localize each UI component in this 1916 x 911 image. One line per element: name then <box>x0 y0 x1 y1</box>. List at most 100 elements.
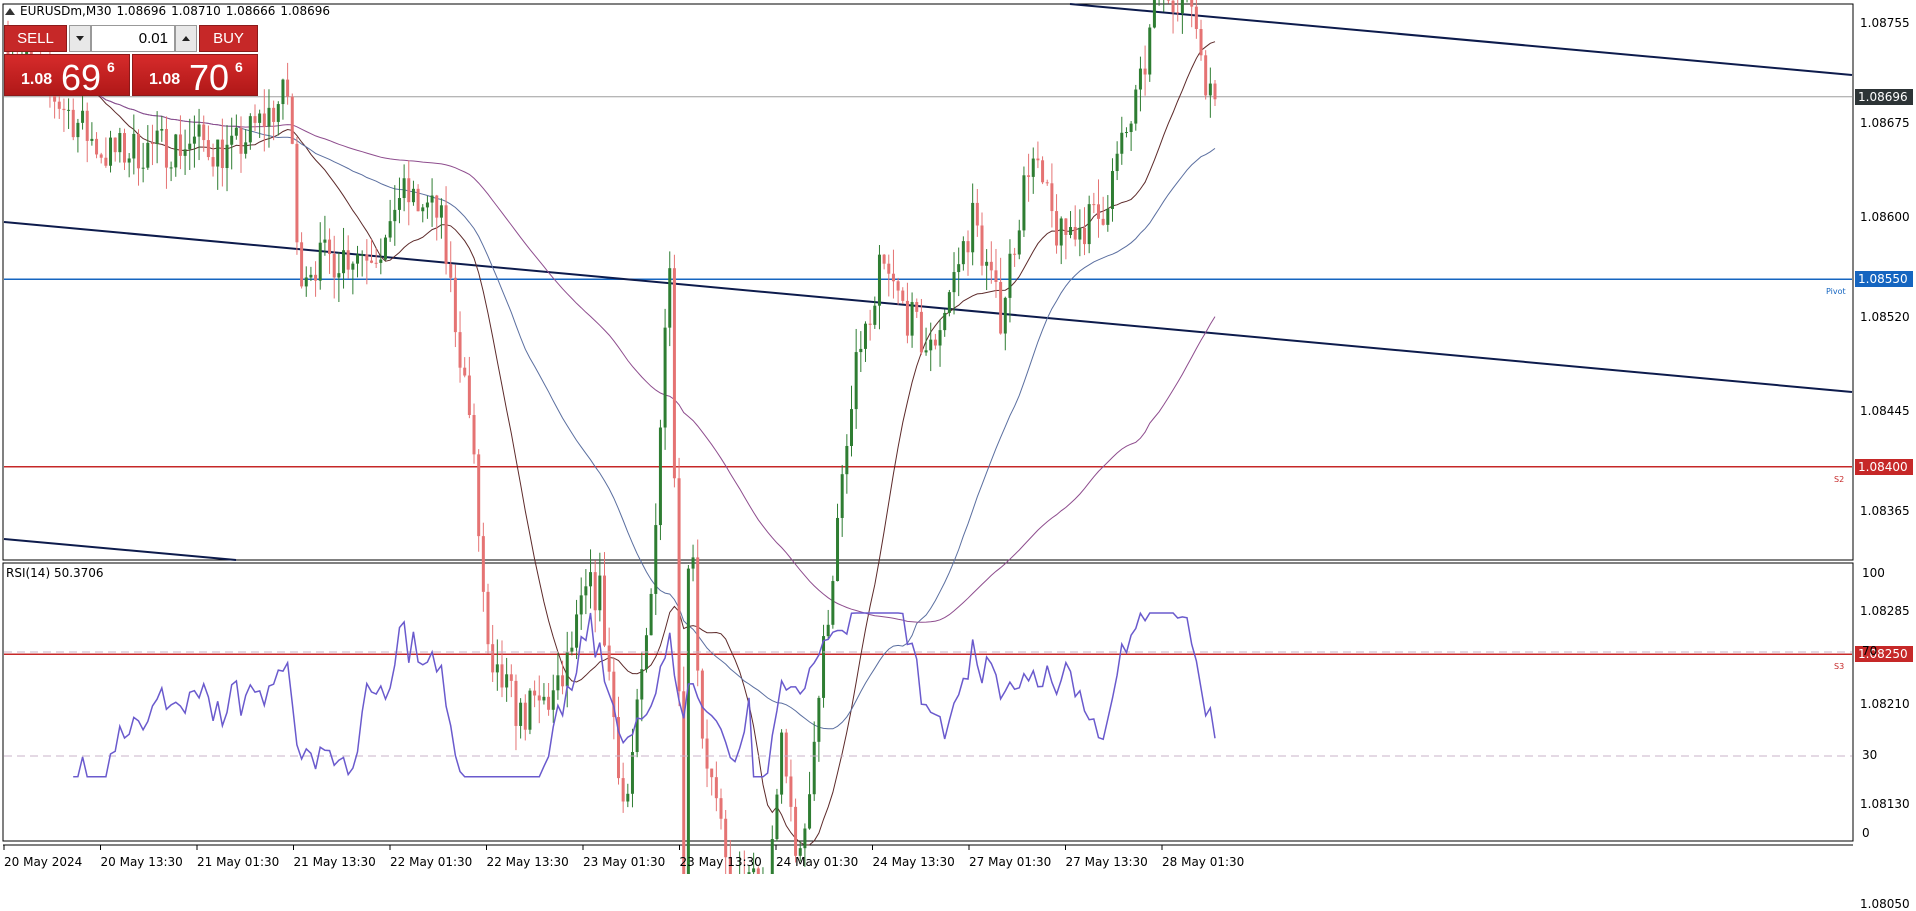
candle-body <box>81 110 85 123</box>
candle-body <box>542 696 546 701</box>
candle-body <box>1101 218 1105 225</box>
candle-body <box>244 142 248 154</box>
lot-size-input[interactable] <box>91 25 175 52</box>
candle-body <box>267 107 271 127</box>
candle-body <box>407 178 411 203</box>
price-tick-label: 1.08445 <box>1860 403 1910 418</box>
candle-body <box>1143 68 1147 75</box>
trendline-upper <box>1069 3 1853 76</box>
candle-body <box>603 575 607 646</box>
candle-body <box>109 137 113 166</box>
candles <box>6 0 1217 874</box>
candle-body <box>943 312 947 331</box>
sell-button[interactable]: SELL <box>4 25 67 52</box>
candle-body <box>854 352 858 410</box>
time-tick-label: 28 May 01:30 <box>1162 855 1245 869</box>
time-tick-label: 27 May 01:30 <box>969 855 1052 869</box>
candle-body <box>136 133 140 169</box>
price-tick-label: 1.08130 <box>1860 797 1910 812</box>
trendline-middle <box>3 221 1853 393</box>
candle-body <box>640 669 644 700</box>
buy-quote[interactable]: 1.08 70 6 <box>132 54 258 98</box>
sell-quote[interactable]: 1.08 69 6 <box>4 54 130 98</box>
candle-body <box>593 572 597 611</box>
candle-body <box>481 536 485 592</box>
candle-body <box>160 128 164 131</box>
candle-body <box>85 110 89 141</box>
candle-body <box>1083 227 1087 245</box>
candle-body <box>803 828 807 849</box>
candle-body <box>584 586 588 596</box>
candle-body <box>705 738 709 769</box>
chevron-up-icon <box>182 36 190 41</box>
candle-body <box>840 474 844 518</box>
candle-body <box>714 777 718 799</box>
candle-body <box>258 113 262 123</box>
candle-body <box>1171 0 1175 13</box>
candle-body <box>1120 132 1124 154</box>
candle-body <box>938 330 942 346</box>
candle-body <box>374 262 378 264</box>
buy-quote-prefix: 1.08 <box>149 71 181 88</box>
candle-body <box>1096 204 1100 219</box>
candle-body <box>332 254 336 278</box>
candle-body <box>910 302 914 336</box>
candle-body <box>1031 158 1035 177</box>
main-panel-frame <box>2 3 1854 561</box>
candle-body <box>565 651 569 687</box>
price-tick-label: 1.08365 <box>1860 503 1910 518</box>
buy-button[interactable]: BUY <box>199 25 258 52</box>
candle-body <box>658 427 662 526</box>
close-value: 1.08696 <box>280 4 330 18</box>
candle-body <box>1129 123 1133 133</box>
candle-body <box>1190 0 1194 7</box>
lot-increase-button[interactable] <box>175 25 197 52</box>
time-tick-label: 24 May 01:30 <box>776 855 859 869</box>
candle-body <box>826 624 830 637</box>
candle-body <box>933 339 937 346</box>
candle-body <box>901 290 905 301</box>
candle-body <box>1138 68 1142 90</box>
candle-body <box>444 205 448 265</box>
candle-body <box>178 134 182 156</box>
lot-decrease-button[interactable] <box>69 25 91 52</box>
candle-body <box>104 157 108 166</box>
rsi-axis-label: 0 <box>1862 826 1870 840</box>
candle-body <box>947 292 951 313</box>
candle-body <box>794 806 798 856</box>
candle-body <box>416 188 420 212</box>
candle-body <box>379 259 383 263</box>
time-tick-label: 23 May 13:30 <box>679 855 762 869</box>
candle-body <box>551 690 555 710</box>
candle-body <box>929 339 933 351</box>
candle-body <box>999 281 1003 334</box>
sell-quote-fraction: 6 <box>107 59 115 75</box>
time-tick-label: 24 May 13:30 <box>872 855 955 869</box>
candle-body <box>724 818 728 858</box>
candle-body <box>216 139 220 167</box>
moving-average-slow <box>7 57 1216 623</box>
candle-body <box>351 263 355 270</box>
candle-body <box>314 274 318 281</box>
candle-body <box>891 273 895 282</box>
candle-body <box>356 254 360 264</box>
rsi-axis-label: 30 <box>1862 748 1878 762</box>
rsi-axis-label: 100 <box>1862 566 1885 580</box>
candle-body <box>346 250 350 270</box>
candle-body <box>239 127 243 154</box>
candle-body <box>598 575 602 611</box>
candle-body <box>1064 218 1068 235</box>
candle-body <box>966 241 970 253</box>
sell-quote-prefix: 1.08 <box>21 71 53 88</box>
candle-body <box>495 664 499 673</box>
candle-body <box>1008 253 1012 298</box>
collapse-arrow-icon[interactable] <box>5 7 15 15</box>
candle-body <box>682 691 686 874</box>
candle-body <box>1087 204 1091 245</box>
candle-body <box>877 254 881 306</box>
chart-canvas[interactable] <box>0 0 1916 874</box>
candle-body <box>397 198 401 210</box>
sell-quote-pips: 69 <box>61 57 102 98</box>
candle-body <box>453 277 457 333</box>
candle-body <box>281 79 285 105</box>
